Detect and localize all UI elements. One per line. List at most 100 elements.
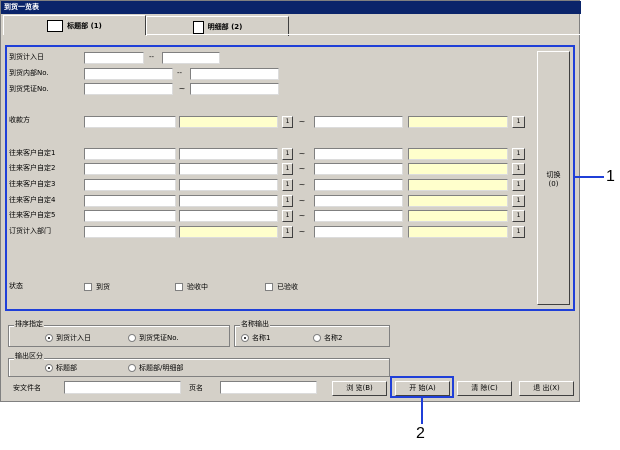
payee-from-lookup-button[interactable]: 1 [282, 116, 293, 128]
sheet-name-label: 页名 [189, 384, 203, 392]
arrival-date-to[interactable] [162, 52, 220, 64]
order-dept-from-lookup-button[interactable]: 1 [282, 226, 293, 238]
order-dept-tilde: ~ [298, 227, 306, 236]
sort-group-title: 排序指定 [14, 320, 44, 329]
switch-button-label: 切换 [546, 171, 561, 179]
exit-button[interactable]: 退 出(X) [519, 381, 574, 396]
custom5-tilde: ~ [298, 211, 306, 220]
switch-button[interactable]: 切换 (0) [537, 51, 570, 305]
output-header-detail-radio[interactable] [128, 364, 136, 372]
sort-arrival-date-radio[interactable] [45, 334, 53, 342]
payee-name-to [408, 116, 508, 128]
tab-detail[interactable]: 明细部 (2) [146, 16, 289, 36]
voucher-no-to[interactable] [190, 83, 279, 95]
callout-2-number: 2 [416, 425, 425, 442]
custom4-tilde: ~ [298, 196, 306, 205]
window-title: 到货一览表 [1, 1, 581, 14]
custom1-to[interactable] [314, 148, 403, 160]
custom4-from-lookup-button[interactable]: 1 [282, 195, 293, 207]
custom3-name-to [408, 179, 508, 191]
order-dept-name-from [179, 226, 278, 238]
custom2-name-from [179, 163, 278, 175]
date-dash: -- [149, 53, 155, 61]
custom3-to[interactable] [314, 179, 403, 191]
custom2-to-lookup-button[interactable]: 1 [512, 163, 525, 175]
browse-button[interactable]: 浏 览(B) [332, 381, 387, 396]
output-header-label: 标题部 [56, 364, 77, 372]
custom3-from-lookup-button[interactable]: 1 [282, 179, 293, 191]
status-inspecting-checkbox[interactable] [175, 283, 183, 291]
tab-header[interactable]: 标题部 (1) [3, 15, 146, 35]
clear-button[interactable]: 清 除(C) [457, 381, 512, 396]
custom2-tilde: ~ [298, 164, 306, 173]
custom2-from[interactable] [84, 163, 176, 175]
order-dept-from[interactable] [84, 226, 176, 238]
custom5-from[interactable] [84, 210, 176, 222]
internal-dash: -- [177, 69, 183, 77]
book-icon [47, 20, 64, 32]
name-output-title: 名称输出 [240, 320, 270, 329]
sort-arrival-date-label: 到货计入日 [56, 334, 91, 342]
custom3-to-lookup-button[interactable]: 1 [512, 179, 525, 191]
tab-detail-label: 明细部 (2) [207, 23, 243, 31]
output-header-detail-label: 标题部/明细部 [139, 364, 184, 372]
name-output-1-radio[interactable] [241, 334, 249, 342]
payee-tilde: ~ [298, 117, 306, 126]
order-dept-to-lookup-button[interactable]: 1 [512, 226, 525, 238]
custom5-from-lookup-button[interactable]: 1 [282, 210, 293, 222]
custom5-to-lookup-button[interactable]: 1 [512, 210, 525, 222]
sort-voucher-no-label: 到货凭证No. [139, 334, 179, 342]
sort-voucher-no-radio[interactable] [128, 334, 136, 342]
internal-no-label: 到货内部No. [9, 69, 49, 77]
name-output-1-label: 名称1 [252, 334, 271, 342]
payee-to-lookup-button[interactable]: 1 [512, 116, 525, 128]
custom3-tilde: ~ [298, 180, 306, 189]
file-name-label: 安文件名 [13, 384, 41, 392]
custom4-to-lookup-button[interactable]: 1 [512, 195, 525, 207]
custom5-label: 往来客户自定5 [9, 211, 56, 219]
status-arrived-checkbox[interactable] [84, 283, 92, 291]
custom1-to-lookup-button[interactable]: 1 [512, 148, 525, 160]
custom5-name-from [179, 210, 278, 222]
custom3-from[interactable] [84, 179, 176, 191]
internal-no-from[interactable] [84, 68, 173, 80]
custom5-to[interactable] [314, 210, 403, 222]
document-icon [192, 20, 204, 34]
output-header-radio[interactable] [45, 364, 53, 372]
callout-2-line [421, 398, 423, 424]
custom3-name-from [179, 179, 278, 191]
custom4-from[interactable] [84, 195, 176, 207]
callout-1-number: 1 [606, 168, 615, 185]
status-arrived-label: 到货 [96, 283, 110, 291]
switch-button-key: (0) [548, 180, 559, 188]
status-inspected-checkbox[interactable] [265, 283, 273, 291]
custom4-label: 往来客户自定4 [9, 196, 56, 204]
voucher-no-from[interactable] [84, 83, 173, 95]
custom4-to[interactable] [314, 195, 403, 207]
arrival-date-from[interactable] [84, 52, 144, 64]
callout-1-line [574, 176, 604, 178]
name-output-2-radio[interactable] [313, 334, 321, 342]
custom2-from-lookup-button[interactable]: 1 [282, 163, 293, 175]
start-button-highlight [390, 376, 454, 398]
order-dept-to[interactable] [314, 226, 403, 238]
voucher-tilde: ~ [178, 84, 186, 93]
payee-name-from [179, 116, 278, 128]
payee-label: 收款方 [9, 116, 30, 124]
custom1-from[interactable] [84, 148, 176, 160]
name-output-2-label: 名称2 [324, 334, 343, 342]
file-name-input[interactable] [64, 381, 181, 394]
internal-no-to[interactable] [190, 68, 279, 80]
custom2-to[interactable] [314, 163, 403, 175]
report-window: 到货一览表 标题部 (1) 明细部 (2) 到货计入日 -- 到货内部No. -… [0, 0, 581, 402]
custom1-tilde: ~ [298, 149, 306, 158]
arrival-date-label: 到货计入日 [9, 53, 44, 61]
payee-code-from[interactable] [84, 116, 176, 128]
status-inspecting-label: 验收中 [187, 283, 208, 291]
order-dept-name-to [408, 226, 508, 238]
custom1-from-lookup-button[interactable]: 1 [282, 148, 293, 160]
sheet-name-input[interactable] [220, 381, 317, 394]
payee-code-to[interactable] [314, 116, 403, 128]
tab-divider [146, 34, 580, 35]
custom2-label: 往来客户自定2 [9, 164, 56, 172]
